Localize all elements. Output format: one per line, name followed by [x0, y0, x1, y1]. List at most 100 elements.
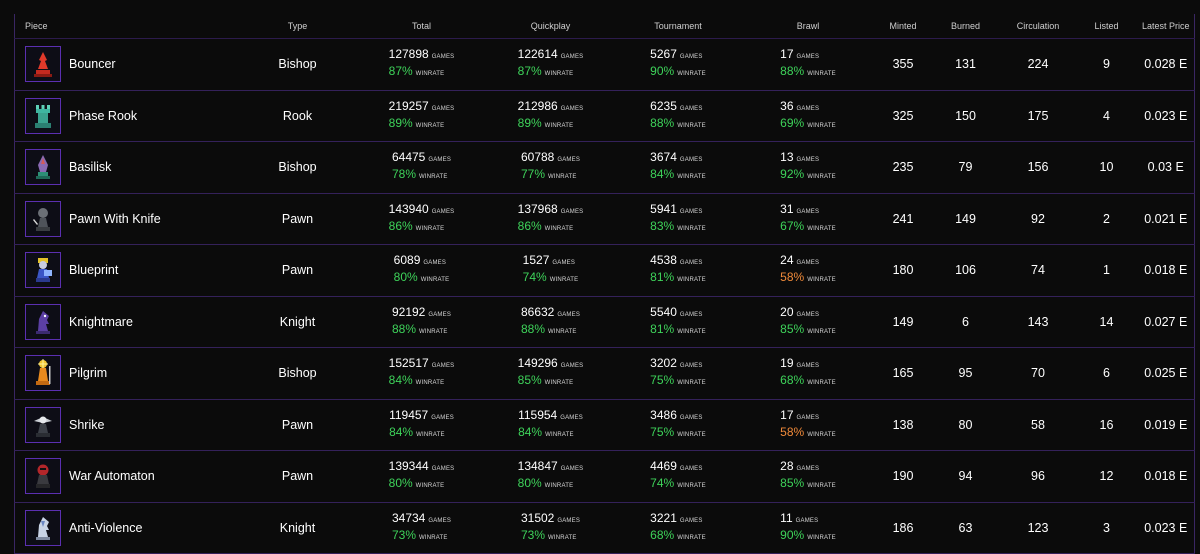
piece-cell: Knightmare	[14, 295, 238, 348]
table-row-phase-rook[interactable]: Phase Rook Rook 219257 GAMES 89% WINRATE 2…	[14, 89, 1195, 142]
games-unit-label: GAMES	[560, 466, 584, 473]
column-header-total[interactable]: Total	[357, 14, 486, 39]
winrate-unit-label: WINRATE	[677, 328, 706, 335]
piece-name[interactable]: Basilisk	[69, 160, 111, 174]
column-header-quickplay[interactable]: Quickplay	[485, 14, 616, 39]
piece-type: Bishop	[237, 347, 358, 399]
winrate-unit-label: WINRATE	[548, 328, 577, 335]
total-games-count: 143940	[388, 201, 429, 216]
winrate-unit-label: WINRATE	[415, 380, 445, 387]
table-row-pawn-with-knife[interactable]: Pawn With Knife Pawn 143940 GAMES 86% WINR…	[14, 192, 1195, 245]
quickplay-stat: 60788 GAMES 77% WINRATE	[521, 150, 580, 184]
quickplay-stat: 86632 GAMES 88% WINRATE	[521, 305, 580, 339]
war-automaton-pawn-icon[interactable]	[25, 458, 61, 495]
quickplay-cell: 31502 GAMES 73% WINRATE	[485, 501, 616, 554]
latest-price: 0.028 E	[1137, 38, 1195, 90]
column-header-latest-price[interactable]: Latest Price	[1137, 14, 1195, 39]
bouncer-bishop-icon[interactable]	[25, 46, 61, 83]
games-unit-label: GAMES	[679, 105, 703, 112]
column-header-listed[interactable]: Listed	[1075, 14, 1138, 39]
games-unit-label: GAMES	[557, 311, 581, 318]
piece-name[interactable]: Bouncer	[69, 57, 116, 71]
games-unit-label: GAMES	[431, 466, 455, 473]
brawl-stat: 24 GAMES 58% WINRATE	[780, 253, 836, 287]
total-stat: 152517 GAMES 84% WINRATE	[389, 356, 455, 390]
quickplay-cell: 149296 GAMES 85% WINRATE	[485, 347, 616, 399]
basilisk-bishop-icon[interactable]	[25, 149, 61, 186]
table-row-shrike[interactable]: Shrike Pawn 119457 GAMES 84% WINRATE 11595…	[14, 398, 1195, 451]
tournament-stat: 5540 GAMES 81% WINRATE	[650, 305, 706, 339]
piece-name[interactable]: Pilgrim	[69, 366, 107, 380]
table-row-blueprint[interactable]: Blueprint Pawn 6089 GAMES 80% WINRATE 1527…	[14, 244, 1195, 296]
anti-violence-knight-icon[interactable]	[25, 509, 61, 546]
total-cell: 219257 GAMES 89% WINRATE	[357, 89, 486, 142]
piece-name[interactable]: Shrike	[69, 418, 104, 432]
quickplay-games-count: 60788	[520, 150, 555, 165]
total-cell: 152517 GAMES 84% WINRATE	[357, 347, 486, 399]
circulation-count: 156	[1000, 141, 1076, 193]
winrate-unit-label: WINRATE	[677, 277, 706, 284]
piece-name[interactable]: Blueprint	[69, 263, 118, 277]
total-games-count: 64475	[391, 150, 426, 165]
blueprint-pawn-icon[interactable]	[25, 252, 61, 289]
tournament-winrate-value: 74%	[650, 476, 675, 491]
quickplay-cell: 212986 GAMES 89% WINRATE	[485, 89, 616, 142]
brawl-games-count: 11	[780, 510, 793, 525]
games-unit-label: GAMES	[679, 414, 703, 421]
burned-count: 80	[930, 398, 1001, 451]
quickplay-stat: 134847 GAMES 80% WINRATE	[518, 459, 584, 493]
column-header-type[interactable]: Type	[237, 14, 358, 39]
tournament-games-count: 3486	[650, 407, 677, 422]
winrate-unit-label: WINRATE	[807, 534, 836, 541]
brawl-winrate-value: 90%	[780, 527, 805, 542]
piece-name[interactable]: Phase Rook	[69, 109, 137, 123]
table-row-basilisk[interactable]: Basilisk Bishop 64475 GAMES 78% WINRATE 60…	[14, 141, 1195, 193]
column-header-minted[interactable]: Minted	[875, 14, 931, 39]
burned-count: 63	[930, 501, 1001, 554]
phase-rook-icon[interactable]	[25, 97, 61, 134]
quickplay-winrate-value: 85%	[517, 373, 542, 388]
brawl-cell: 19 GAMES 68% WINRATE	[740, 347, 876, 399]
pieces-table: Piece Type Total Quickplay Tournament Br…	[14, 14, 1195, 554]
tournament-stat: 6235 GAMES 88% WINRATE	[650, 99, 706, 133]
total-winrate-value: 87%	[388, 64, 413, 79]
knightmare-knight-icon[interactable]	[25, 303, 61, 340]
pieces-table-container: Piece Type Total Quickplay Tournament Br…	[14, 14, 1195, 554]
circulation-count: 175	[1000, 89, 1076, 142]
listed-count: 12	[1075, 450, 1138, 502]
brawl-stat: 11 GAMES 90% WINRATE	[780, 511, 836, 545]
winrate-unit-label: WINRATE	[415, 71, 445, 78]
total-winrate-value: 89%	[388, 115, 413, 130]
table-row-war-automaton[interactable]: War Automaton Pawn 139344 GAMES 80% WINRAT…	[14, 450, 1195, 502]
total-winrate-value: 78%	[391, 167, 416, 182]
column-header-piece[interactable]: Piece	[14, 14, 238, 39]
column-header-circulation[interactable]: Circulation	[1000, 14, 1076, 39]
column-header-tournament[interactable]: Tournament	[615, 14, 741, 39]
column-header-burned[interactable]: Burned	[930, 14, 1001, 39]
piece-name[interactable]: Pawn With Knife	[69, 212, 161, 226]
pawn-with-knife-icon[interactable]	[25, 200, 61, 237]
games-unit-label: GAMES	[679, 260, 703, 267]
column-header-brawl[interactable]: Brawl	[740, 14, 876, 39]
listed-count: 10	[1075, 141, 1138, 193]
shrike-pawn-icon[interactable]	[25, 406, 61, 443]
table-row-anti-violence[interactable]: Anti-Violence Knight 34734 GAMES 73% WINRA…	[14, 501, 1195, 554]
tournament-games-count: 4469	[650, 459, 677, 474]
table-row-pilgrim[interactable]: Pilgrim Bishop 152517 GAMES 84% WINRATE 14…	[14, 347, 1195, 399]
winrate-unit-label: WINRATE	[544, 122, 574, 129]
total-winrate-value: 84%	[388, 373, 413, 388]
table-row-bouncer[interactable]: Bouncer Bishop 127898 GAMES 87% WINRATE 12…	[14, 38, 1195, 90]
winrate-unit-label: WINRATE	[415, 122, 445, 129]
winrate-unit-label: WINRATE	[677, 71, 706, 78]
piece-name[interactable]: War Automaton	[69, 469, 155, 483]
total-stat: 6089 GAMES 80% WINRATE	[394, 253, 450, 287]
table-header-row: Piece Type Total Quickplay Tournament Br…	[14, 14, 1195, 39]
brawl-games-count: 24	[780, 253, 794, 268]
pilgrim-bishop-icon[interactable]	[25, 355, 61, 392]
brawl-stat: 31 GAMES 67% WINRATE	[780, 202, 836, 236]
quickplay-games-count: 1527	[522, 253, 550, 268]
table-row-knightmare[interactable]: Knightmare Knight 92192 GAMES 88% WINRATE …	[14, 295, 1195, 348]
quickplay-winrate-value: 88%	[520, 321, 545, 336]
piece-name[interactable]: Anti-Violence	[69, 521, 142, 535]
piece-name[interactable]: Knightmare	[69, 315, 133, 329]
